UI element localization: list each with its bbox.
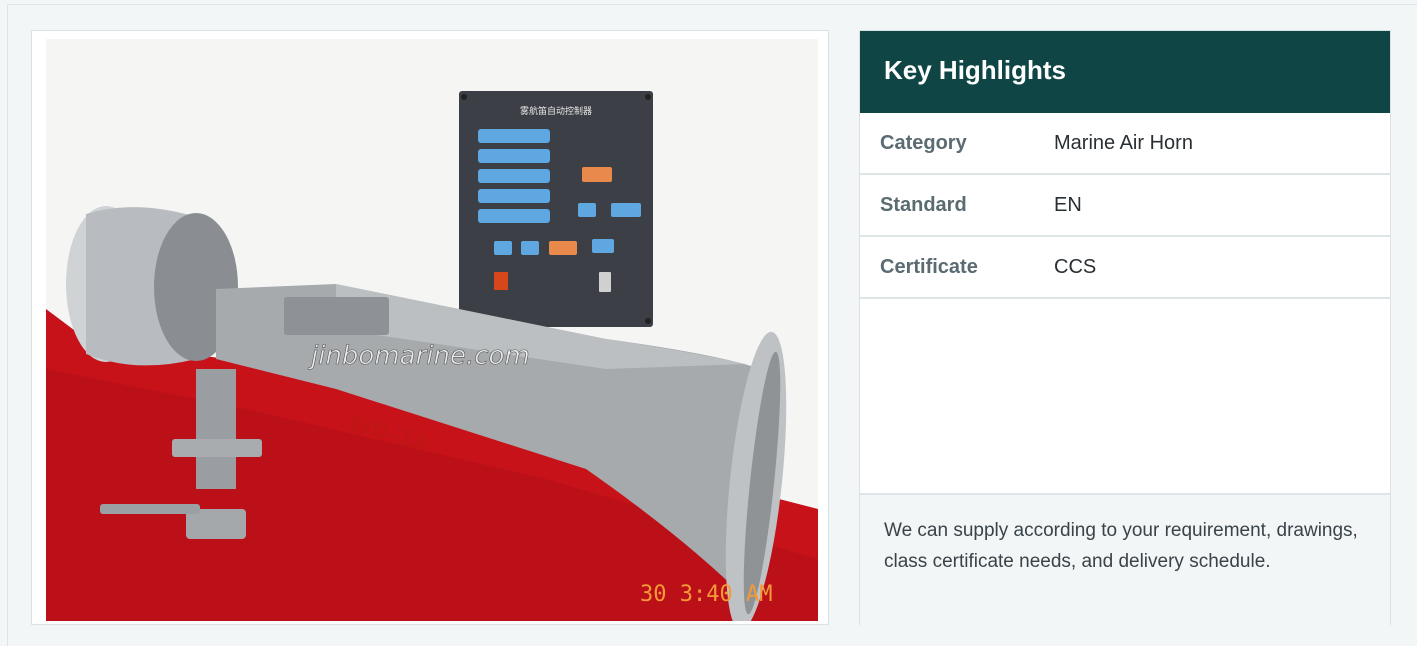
highlight-value: Marine Air Horn [1054, 131, 1193, 154]
timestamp-overlay-text: 30 3:40 AM [640, 582, 772, 607]
highlight-label: Standard [880, 193, 967, 216]
highlight-label: Certificate [880, 255, 978, 278]
highlight-label: Category [880, 131, 967, 154]
supply-note: We can supply according to your requirem… [860, 495, 1390, 628]
highlight-value: EN [1054, 193, 1082, 216]
highlight-row-certificate: Certificate CCS [860, 237, 1390, 299]
panel-title-text: 雾航笛自动控制器 [520, 105, 592, 117]
empty-spacer [860, 299, 1390, 495]
product-image-card: 雾航笛自动控制器 jinbomarine.com WD-1A 30 3:40 A… [31, 30, 829, 625]
key-highlights-title: Key Highlights [860, 31, 1390, 113]
watermark-text: jinbomarine.com [308, 341, 530, 371]
product-photo[interactable]: 雾航笛自动控制器 jinbomarine.com WD-1A 30 3:40 A… [46, 39, 818, 621]
highlight-row-category: Category Marine Air Horn [860, 113, 1390, 175]
key-highlights-card: Key Highlights Category Marine Air Horn … [859, 30, 1391, 628]
marine-air-horn-illustration: 雾航笛自动控制器 jinbomarine.com WD-1A 30 3:40 A… [46, 39, 818, 621]
highlight-value: CCS [1054, 255, 1097, 278]
highlight-row-standard: Standard EN [860, 175, 1390, 237]
